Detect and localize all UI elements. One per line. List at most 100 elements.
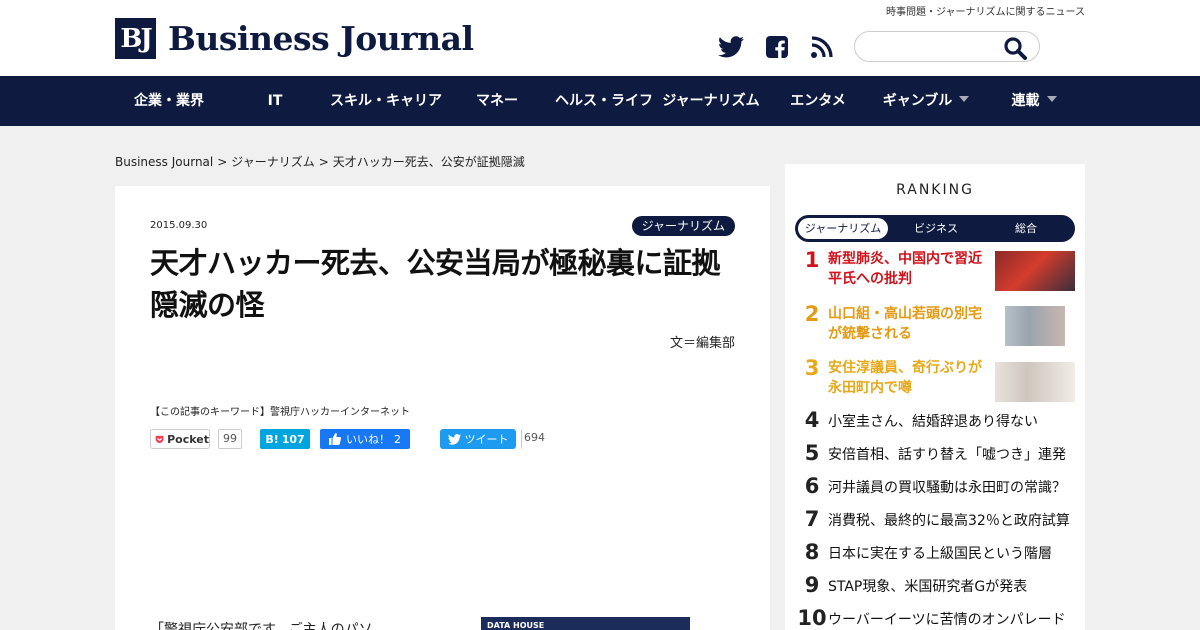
article-card: 2015.09.30 ジャーナリズム 天才ハッカー死去、公安当局が極秘裏に証拠隠… <box>115 186 770 630</box>
facebook-icon[interactable] <box>762 33 792 61</box>
rank-number: 8 <box>804 540 820 564</box>
ranking-item[interactable]: 4 小室圭さん、結婚辞退あり得ない <box>785 408 1085 434</box>
rank-headline-line1: 新型肺炎、中国内で習近 <box>828 251 982 267</box>
rank-headline-line1: 安住淳議員、奇行ぶりが <box>828 360 982 376</box>
rank-headline: 日本に実在する上級国民という階層 <box>828 546 1052 562</box>
ranking-item[interactable]: 10 ウーバーイーツに苦情のオンパレード <box>785 606 1085 630</box>
pocket-count: 99 <box>218 429 242 449</box>
keywords-label: 【この記事のキーワード】 <box>150 407 270 418</box>
rank-thumbnail <box>995 251 1075 291</box>
article-title: 天才ハッカー死去、公安当局が極秘裏に証拠隠滅の怪 <box>150 246 721 322</box>
rank-headline: 安倍首相、話すり替え「嘘つき」連発 <box>828 447 1066 463</box>
nav-item-skill-career[interactable]: スキル・キャリア <box>326 76 446 126</box>
hatena-count: 107 <box>281 432 305 446</box>
pocket-icon <box>155 435 164 443</box>
ranking-item[interactable]: 5 安倍首相、話すり替え「嘘つき」連発 <box>785 441 1085 467</box>
twitter-icon[interactable] <box>716 33 746 61</box>
article-date: 2015.09.30 <box>150 220 208 231</box>
site-header: BJ Business Journal 時事問題・ジャーナリズムに関するニュース <box>0 0 1200 76</box>
article-image: DATA HOUSE <box>481 617 690 630</box>
rank-number: 7 <box>804 507 820 531</box>
share-buttons: Pocket 99 B! 107 いいね！ 2 ツイート 694 <box>150 429 550 449</box>
breadcrumb-category[interactable]: ジャーナリズム <box>231 155 314 169</box>
ranking-item[interactable]: 2 山口組・高山若頭の別宅 が銃撃される <box>785 302 1085 348</box>
pocket-label: Pocket <box>167 432 209 446</box>
tweet-label: ツイート <box>464 433 509 446</box>
pocket-button[interactable]: Pocket <box>150 429 210 449</box>
breadcrumb-home[interactable]: Business Journal <box>115 155 213 169</box>
rank-number: 1 <box>804 248 820 272</box>
search-field[interactable] <box>854 31 1040 62</box>
category-badge[interactable]: ジャーナリズム <box>631 216 735 236</box>
rank-headline: 河井議員の買収騒動は永田町の常識？ <box>828 480 1066 496</box>
rank-headline-line2: 平氏への批判 <box>828 271 912 287</box>
ranking-item[interactable]: 1 新型肺炎、中国内で習近 平氏への批判 <box>785 248 1085 294</box>
nav-item-health-life[interactable]: ヘルス・ライフ <box>551 76 657 126</box>
article-lead-text: 「警視庁公安部です。ご主人のパソ <box>150 622 373 630</box>
site-tagline: 時事問題・ジャーナリズムに関するニュース <box>886 7 1085 18</box>
article-keywords: 【この記事のキーワード】警視庁ハッカーインターネット <box>150 403 410 418</box>
rank-number: 2 <box>804 302 820 326</box>
facebook-like-button[interactable]: いいね！ 2 <box>320 429 410 449</box>
rank-headline: ウーバーイーツに苦情のオンパレード <box>828 612 1066 628</box>
ranking-item[interactable]: 3 安住淳議員、奇行ぶりが 永田町内で噂 <box>785 356 1085 402</box>
nav-item-it[interactable]: IT <box>258 76 292 126</box>
ranking-title: RANKING <box>896 182 974 198</box>
ranking-item[interactable]: 9 STAP現象、米国研究者Gが発表 <box>785 573 1085 599</box>
search-icon[interactable] <box>1003 36 1027 64</box>
rank-number: 3 <box>804 356 820 380</box>
logo-text: Business Journal <box>168 19 474 58</box>
tweet-button[interactable]: ツイート <box>440 429 516 449</box>
nav-item-industry[interactable]: 企業・業界 <box>128 76 210 126</box>
keyword-link[interactable]: ハッカー <box>300 407 340 418</box>
keyword-link[interactable]: 警視庁 <box>270 407 300 418</box>
nav-item-journalism[interactable]: ジャーナリズム <box>659 76 763 126</box>
breadcrumb-separator: > <box>318 155 329 169</box>
nav-item-gamble[interactable]: ギャンブル <box>876 76 976 126</box>
rank-thumbnail <box>1005 306 1065 346</box>
tab-business[interactable]: ビジネス <box>891 218 981 239</box>
nav-item-money[interactable]: マネー <box>470 76 524 126</box>
tweet-count: 694 <box>521 429 547 449</box>
hatena-icon: B! <box>265 432 279 446</box>
rank-number: 5 <box>804 441 820 465</box>
ranking-item[interactable]: 6 河井議員の買収騒動は永田町の常識？ <box>785 474 1085 500</box>
breadcrumb-separator: > <box>217 155 228 169</box>
tab-overall[interactable]: 総合 <box>981 218 1071 239</box>
ranking-item[interactable]: 8 日本に実在する上級国民という階層 <box>785 540 1085 566</box>
nav-item-gamble-label: ギャンブル <box>882 93 953 109</box>
rss-icon[interactable] <box>807 33 837 61</box>
keyword-link[interactable]: インターネット <box>340 407 410 418</box>
article-image-caption: DATA HOUSE <box>487 621 545 630</box>
hatena-bookmark-button[interactable]: B! 107 <box>260 429 310 449</box>
rank-number: 9 <box>804 573 820 597</box>
ranking-tabs: ジャーナリズム ビジネス 総合 <box>795 215 1075 242</box>
rank-headline: 小室圭さん、結婚辞退あり得ない <box>828 414 1038 430</box>
ranking-item[interactable]: 7 消費税、最終的に最高32％と政府試算 <box>785 507 1085 533</box>
rank-number: 6 <box>804 474 820 498</box>
main-nav: 企業・業界 IT スキル・キャリア マネー ヘルス・ライフ ジャーナリズム エン… <box>0 76 1200 126</box>
rank-headline-line1: 山口組・高山若頭の別宅 <box>828 306 982 322</box>
ranking-sidebar: RANKING ジャーナリズム ビジネス 総合 1 新型肺炎、中国内で習近 平氏… <box>785 164 1085 630</box>
rank-headline-line2: 永田町内で噂 <box>828 380 912 396</box>
breadcrumb-current: 天才ハッカー死去、公安が証拠隠滅 <box>332 155 525 169</box>
nav-item-entertainment[interactable]: エンタメ <box>786 76 850 126</box>
site-logo[interactable]: BJ Business Journal <box>115 18 474 59</box>
thumbs-up-icon <box>329 433 341 445</box>
rank-headline-line2: が銃撃される <box>828 326 912 342</box>
rank-number: 10 <box>797 606 827 630</box>
logo-mark: BJ <box>115 18 156 59</box>
chevron-down-icon <box>1046 96 1057 102</box>
rank-thumbnail <box>995 362 1075 402</box>
rank-headline: 消費税、最終的に最高32％と政府試算 <box>828 513 1070 529</box>
article-byline: 文＝編集部 <box>669 336 735 351</box>
chevron-down-icon <box>959 96 970 102</box>
facebook-like-label: いいね！ <box>346 433 390 446</box>
tab-journalism[interactable]: ジャーナリズム <box>798 218 888 239</box>
rank-number: 4 <box>804 408 820 432</box>
rank-headline: STAP現象、米国研究者Gが発表 <box>828 579 1028 595</box>
nav-item-series-label: 連載 <box>1011 93 1040 109</box>
nav-item-series[interactable]: 連載 <box>1004 76 1064 126</box>
twitter-bird-icon <box>447 433 461 445</box>
breadcrumb: Business Journal > ジャーナリズム > 天才ハッカー死去、公安が証拠隠… <box>115 153 525 170</box>
